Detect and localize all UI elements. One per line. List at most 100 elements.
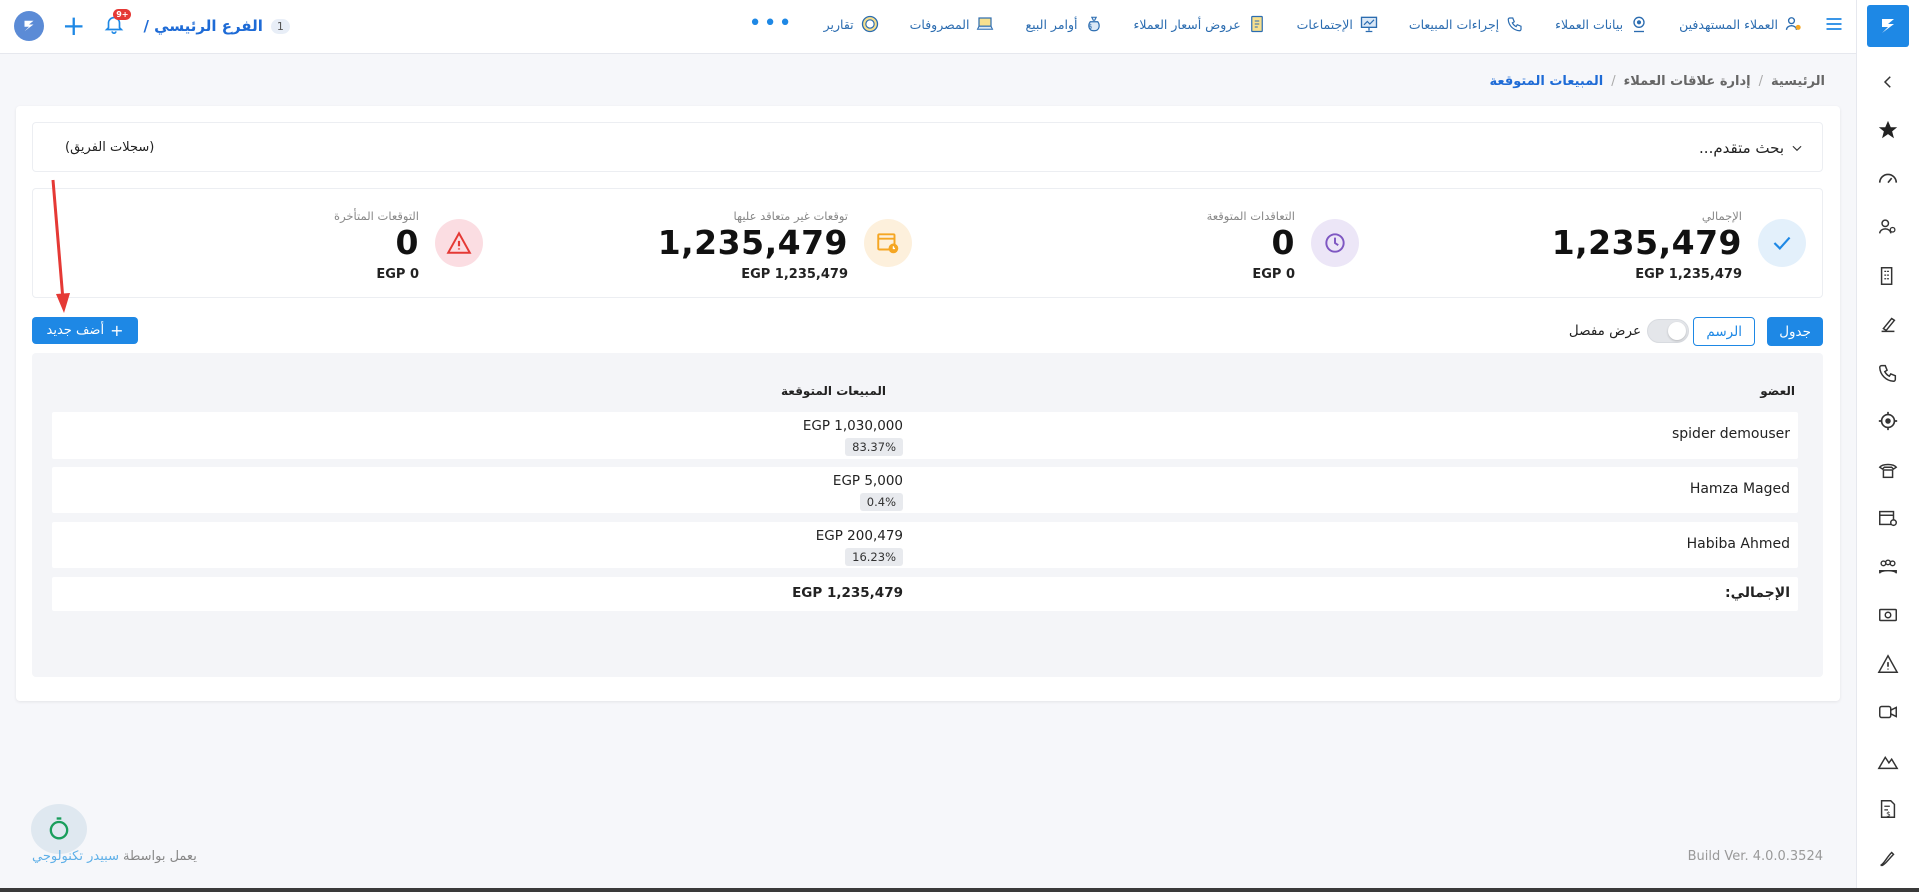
nav-customer-data[interactable]: بيانات العملاء [1555, 14, 1649, 34]
total-label: الإجمالي: [1725, 585, 1790, 601]
nav-meetings[interactable]: الإجتماعات [1297, 14, 1379, 34]
branch-selector[interactable]: 1 الفرع الرئيسي / [143, 17, 290, 35]
breadcrumb-crm[interactable]: إدارة علاقات العملاء [1624, 74, 1751, 89]
amount-value: EGP 200,479 [815, 528, 903, 544]
stat-expected-contracts: التعاقدات المتوقعة 0 EGP 0 [928, 189, 1375, 299]
dashboard-icon[interactable] [1874, 165, 1902, 193]
detailed-view-label: عرض مفصل [1568, 323, 1641, 339]
stopwatch-icon [49, 817, 69, 840]
app-logo[interactable] [1867, 5, 1909, 47]
advanced-search-toggle[interactable]: بحث متقدم... [1699, 139, 1804, 157]
customer-data-icon [1629, 14, 1649, 34]
amount-cell: EGP 200,479 16.23% [752, 528, 903, 566]
signature-icon[interactable] [1874, 844, 1902, 872]
stat-title: التعاقدات المتوقعة [1206, 209, 1295, 223]
sidebar: $ [1856, 0, 1919, 892]
chevron-left-icon[interactable] [1874, 68, 1902, 96]
breadcrumb-home[interactable]: الرئيسية [1771, 74, 1825, 89]
nav-label: المصروفات [909, 16, 970, 32]
stat-uncontracted: توقعات غير متعاقد عليها 1,235,479 EGP 1,… [481, 189, 928, 299]
table-row[interactable]: Habiba Ahmed EGP 200,479 16.23% [52, 522, 1798, 568]
nav-customer-quotes[interactable]: عروض أسعار العملاء [1134, 14, 1267, 34]
hamburger-menu-icon[interactable] [1824, 14, 1844, 38]
timer-button[interactable] [31, 804, 87, 854]
percentage-badge: 83.37% [845, 438, 903, 456]
total-row: الإجمالي: EGP 1,235,479 [52, 577, 1798, 611]
clock-icon [1325, 233, 1345, 253]
build-version: Build Ver. 4.0.0.3524 [1687, 849, 1823, 864]
stat-total-circle [1758, 219, 1806, 267]
building-icon[interactable] [1874, 262, 1902, 290]
header-expected-sales: المبيعات المتوقعة [781, 384, 886, 398]
powered-by-brand[interactable]: سبيدر تكنولوجي [32, 849, 119, 864]
stat-value: 0 [395, 223, 419, 262]
percentage-badge: 16.23% [845, 548, 903, 566]
stat-value: 1,235,479 [1551, 223, 1742, 262]
app-logo-icon[interactable] [14, 11, 44, 41]
member-name: Habiba Ahmed [1686, 536, 1790, 552]
video-icon[interactable] [1874, 698, 1902, 726]
amount-value: EGP 5,000 [832, 473, 903, 489]
annotation-arrow-icon [51, 179, 70, 313]
advanced-search-label: بحث متقدم... [1699, 139, 1784, 157]
amount-value: EGP 1,030,000 [802, 418, 903, 434]
users-settings-icon[interactable] [1874, 213, 1902, 241]
branch-label: الفرع الرئيسي / [143, 17, 263, 35]
breadcrumb-current: المبيعات المتوقعة [1489, 74, 1604, 89]
mountain-icon[interactable] [1874, 747, 1902, 775]
table-view-button[interactable]: جدول [1767, 317, 1823, 346]
nav-label: أوامر البيع [1025, 16, 1078, 32]
phone-icon [1505, 14, 1525, 34]
stat-total: الإجمالي 1,235,479 EGP 1,235,479 [1375, 189, 1822, 299]
main-nav: العملاء المستهدفين بيانات العملاء إجراءا… [749, 13, 1804, 35]
stat-expected-circle [1311, 219, 1359, 267]
svg-text:$: $ [1886, 809, 1891, 818]
stat-uncontracted-circle [864, 219, 912, 267]
stat-overdue-circle [435, 219, 483, 267]
stat-sub: EGP 1,235,479 [741, 267, 848, 282]
add-icon[interactable]: + [62, 12, 85, 40]
nav-label: عروض أسعار العملاء [1133, 16, 1241, 32]
invoice-icon[interactable]: $ [1874, 795, 1902, 823]
stat-sub: EGP 0 [376, 267, 419, 282]
nav-label: بيانات العملاء [1555, 16, 1624, 32]
member-name: spider demouser [1671, 426, 1790, 442]
cash-icon[interactable] [1874, 601, 1902, 629]
phone-call-icon[interactable] [1874, 359, 1902, 387]
presentation-icon [1359, 14, 1379, 34]
powered-by-prefix: يعمل بواسطة [122, 849, 197, 864]
warning-icon[interactable] [1874, 650, 1902, 678]
notifications-badge: +9 [113, 9, 132, 20]
nav-target-customers[interactable]: العملاء المستهدفين [1679, 14, 1804, 34]
stat-overdue: التوقعات المتأخرة 0 EGP 0 [34, 189, 483, 299]
header-member: العضو [1760, 384, 1795, 398]
pen-document-icon[interactable] [1874, 310, 1902, 338]
add-new-button[interactable]: + أضف جديد [32, 317, 138, 344]
nav-reports[interactable]: تقارير [824, 14, 880, 34]
check-icon [1773, 236, 1791, 250]
team-icon[interactable] [1874, 553, 1902, 581]
laptop-icon [975, 14, 995, 34]
table-row[interactable]: spider demouser EGP 1,030,000 83.37% [52, 412, 1798, 459]
detailed-view-toggle[interactable] [1647, 319, 1689, 343]
calendar-settings-icon[interactable] [1874, 504, 1902, 532]
nav-label: العملاء المستهدفين [1679, 16, 1778, 32]
nav-sales-orders[interactable]: $ أوامر البيع [1025, 14, 1103, 34]
detailed-view-toggle-group: عرض مفصل [1569, 319, 1689, 343]
more-menu-icon[interactable]: ••• [749, 13, 794, 35]
breadcrumb: الرئيسية / إدارة علاقات العملاء / المبيع… [1490, 74, 1825, 89]
stat-value: 1,235,479 [657, 223, 848, 262]
notifications-button[interactable]: +9 [103, 9, 132, 39]
nav-sales-actions[interactable]: إجراءات المبيعات [1409, 14, 1525, 34]
users-target-icon [1784, 14, 1804, 34]
powered-by: يعمل بواسطة سبيدر تكنولوجي [32, 849, 197, 864]
telephone-icon[interactable] [1874, 456, 1902, 484]
target-icon[interactable] [1874, 407, 1902, 435]
breadcrumb-separator: / [1758, 74, 1763, 89]
chart-view-button[interactable]: الرسم [1693, 317, 1755, 346]
nav-expenses[interactable]: المصروفات [910, 14, 996, 34]
star-icon[interactable] [1874, 116, 1902, 144]
table-row[interactable]: Hamza Maged EGP 5,000 0.4% [52, 467, 1798, 513]
total-amount: EGP 1,235,479 [792, 585, 903, 601]
branch-number: 1 [270, 18, 290, 34]
